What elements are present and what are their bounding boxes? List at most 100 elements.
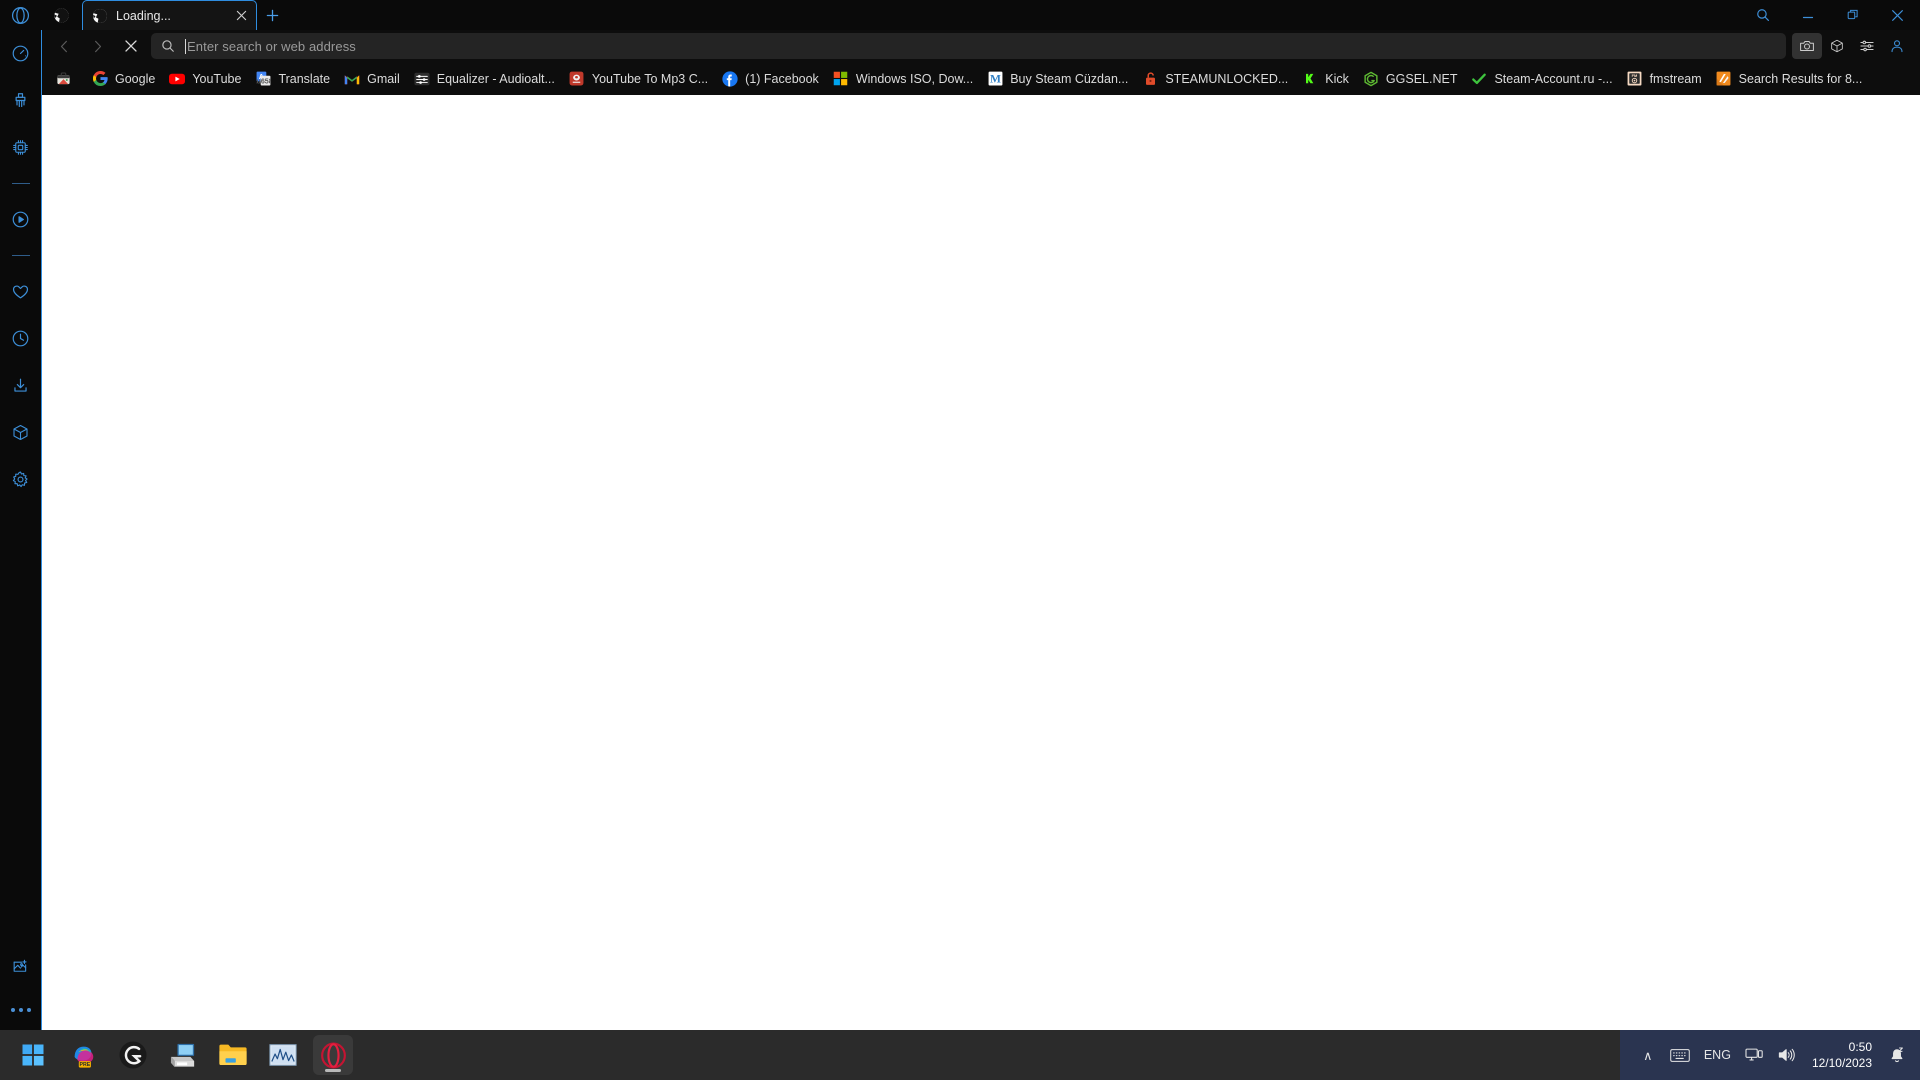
bookmark-item-steamunlocked[interactable]: STEAMUNLOCKED... [1135,67,1295,91]
google-icon [92,71,108,87]
bookmark-label: Equalizer - Audioalt... [436,71,555,86]
bookmark-label: Gmail [367,71,400,86]
bookmark-item-ggsel[interactable]: GGSEL.NET [1356,67,1465,91]
sidebar-item-player[interactable] [0,196,41,243]
gmail-icon [344,71,360,87]
sidebar-item-speedometer[interactable] [0,30,41,77]
bookmark-item-gmail[interactable]: Gmail [337,67,407,91]
close-button[interactable] [1875,0,1920,30]
navigation-bar: Enter search or web address [41,30,1920,62]
address-bar[interactable]: Enter search or web address [151,33,1786,59]
bookmark-item-windows-iso[interactable]: Windows ISO, Dow... [826,67,980,91]
sidebar-item-snapshot[interactable] [0,943,41,990]
bookmark-item-google[interactable]: Google [85,67,162,91]
tab-close-icon[interactable] [229,4,253,28]
volume-icon[interactable] [1771,1035,1802,1075]
window-controls [1740,0,1920,30]
orange-slash-icon [1716,71,1732,87]
copilot-button[interactable]: PRE [63,1035,103,1075]
svg-text:\u6587: \u6587 [256,77,271,85]
bookmark-item-translate[interactable]: A \u6587 Translate [248,67,337,91]
bookmark-label: Buy Steam Cüzdan... [1010,71,1129,86]
sidebar-item-cleaner[interactable] [0,77,41,124]
display-driver-button[interactable] [163,1035,203,1075]
bookmark-item-search-results[interactable]: Search Results for 8... [1709,67,1870,91]
bookmark-label: GGSEL.NET [1385,71,1458,86]
sidebar-item-favorites[interactable] [0,268,41,315]
extensions-button[interactable] [1822,33,1852,59]
bookmark-label: STEAMUNLOCKED... [1165,71,1289,86]
profile-button[interactable] [1882,33,1912,59]
bookmark-label: Steam-Account.ru -... [1494,71,1613,86]
sidebar-item-downloads[interactable] [0,362,41,409]
sidebar-item-settings[interactable] [0,456,41,503]
address-bar-actions [1792,33,1912,59]
taskbar-app-buttons: PRE [13,1035,353,1075]
opera-gx-logo-icon [0,0,41,30]
minimize-button[interactable] [1785,0,1830,30]
address-input-placeholder[interactable]: Enter search or web address [187,39,356,54]
bookmark-item-kick[interactable]: Kick [1295,67,1356,91]
page-content-area[interactable] [41,95,1920,1030]
network-icon[interactable] [1739,1035,1769,1075]
file-explorer-button[interactable] [213,1035,253,1075]
more-dot [18,1008,23,1012]
bookmark-item-fmstream[interactable]: FM fmstream [1620,67,1709,91]
equalizer-icon [414,71,430,87]
stop-loading-button[interactable] [114,32,147,60]
bookmark-label: fmstream [1649,71,1702,86]
maximize-button[interactable] [1830,0,1875,30]
sidebar-item-extensions[interactable] [0,409,41,456]
clock-and-date[interactable]: 0:50 12/10/2023 [1804,1035,1880,1075]
svg-text:M: M [990,73,1001,86]
tray-overflow-button[interactable]: ∧ [1634,1035,1662,1075]
briefcase-icon [55,71,71,87]
bookmark-item-steam-account-ru[interactable]: Steam-Account.ru -... [1464,67,1619,91]
sidebar-divider-2 [0,243,41,268]
bookmark-label: (1) Facebook [745,71,819,86]
sidebar-divider-1 [0,171,41,196]
browser-sidebar [0,0,41,1030]
new-tab-button[interactable] [257,0,287,30]
tab-favicon-globe-icon [92,8,108,24]
tray-date: 12/10/2023 [1811,1056,1872,1070]
notification-bell-icon[interactable] [1882,1035,1912,1075]
bookmark-label: Windows ISO, Dow... [855,71,974,86]
input-language-indicator[interactable]: ENG [1698,1035,1737,1075]
task-manager-button[interactable] [263,1035,303,1075]
bookmark-label: YouTube To Mp3 C... [591,71,709,86]
youtube-icon [169,71,186,87]
bookmark-item-equalizer[interactable]: Equalizer - Audioalt... [407,67,562,91]
bookmark-item-facebook[interactable]: (1) Facebook [715,67,826,91]
text-caret [185,38,186,54]
bookmark-item-buy-steam-cuzdan[interactable]: M Buy Steam Cüzdan... [980,67,1135,91]
system-tray: ∧ ENG 0:50 12/10/2023 [1619,1030,1920,1080]
tab-title: Loading... [116,8,171,23]
bookmark-item-youtube[interactable]: YouTube [162,67,248,91]
sidebar-item-more[interactable] [0,990,41,1030]
logitech-g-hub-button[interactable] [113,1035,153,1075]
bookmark-label: Search Results for 8... [1738,71,1863,86]
converter-icon [569,71,585,87]
bookmark-item-yt-to-mp3[interactable]: YouTube To Mp3 C... [562,67,715,91]
bookmarks-bar: Google YouTube A \u6587 [41,62,1920,95]
start-button[interactable] [13,1035,53,1075]
bookmark-label: YouTube [192,71,242,86]
sidebar-item-gx-control[interactable] [0,124,41,171]
keyboard-icon[interactable] [1664,1035,1696,1075]
check-icon [1471,71,1487,87]
windows-taskbar: PRE ∧ ENG 0:50 12/10/2023 [0,1030,1920,1080]
snapshot-button[interactable] [1792,33,1822,59]
back-button[interactable] [48,32,81,60]
tray-time: 0:50 [1848,1039,1872,1054]
browser-main-column: Loading... Enter search or web address G… [41,0,1920,1030]
kick-icon [1302,71,1318,87]
opera-gx-button[interactable] [313,1035,353,1075]
easy-setup-button[interactable] [1852,33,1882,59]
search-window-button[interactable] [1740,0,1785,30]
sidebar-item-history[interactable] [0,315,41,362]
bookmark-item[interactable] [48,67,85,91]
forward-button[interactable] [81,32,114,60]
tab-loading[interactable]: Loading... [82,0,257,30]
pinned-tab-opera-globe-icon[interactable] [41,0,82,30]
